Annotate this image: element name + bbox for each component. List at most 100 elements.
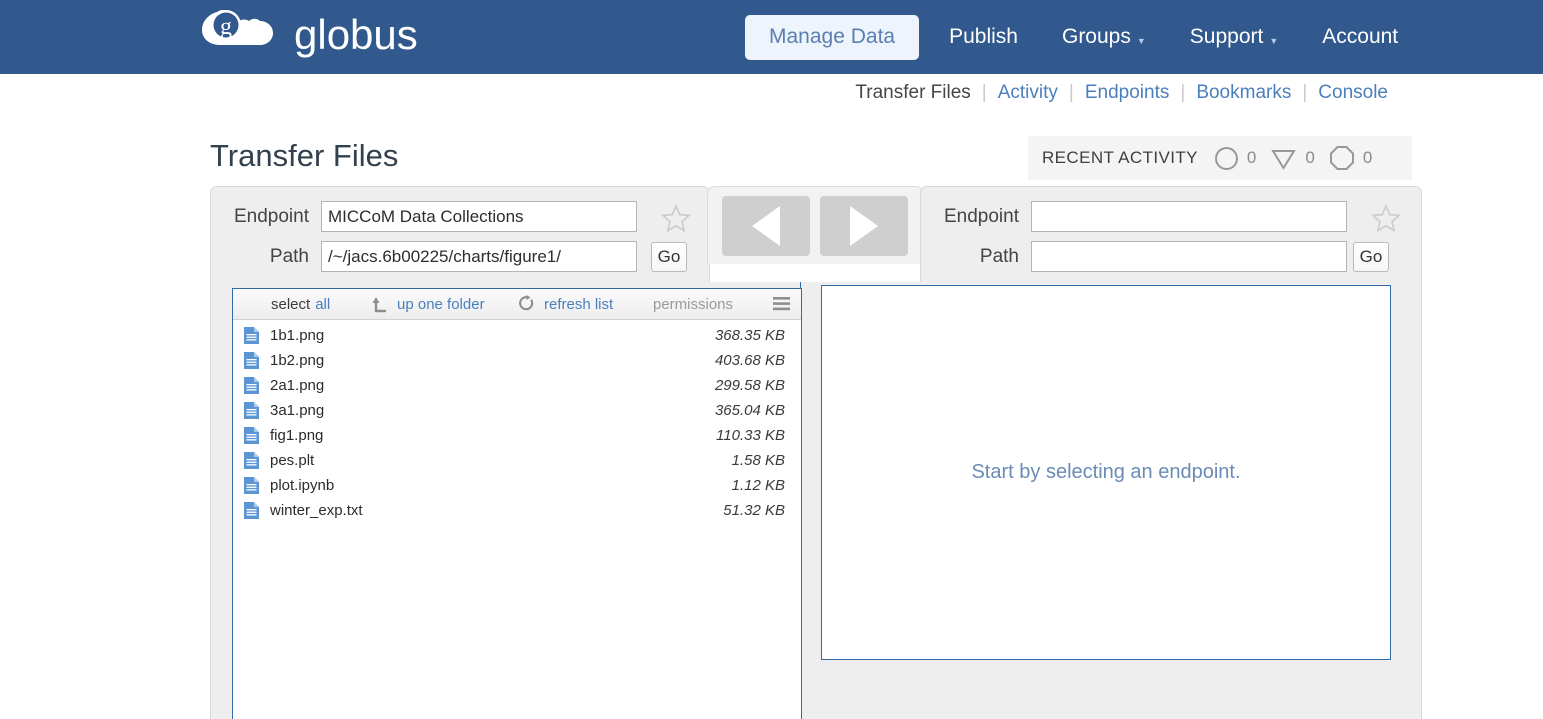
file-name: 2a1.png (270, 377, 325, 394)
chevron-down-icon: ▼ (1136, 36, 1146, 46)
empty-state-message: Start by selecting an endpoint. (971, 461, 1241, 483)
left-endpoint-input[interactable] (321, 201, 637, 232)
nav-item-account-label: Account (1322, 25, 1399, 48)
star-icon (1371, 203, 1401, 233)
right-endpoint-panel: Endpoint Path Go (920, 186, 1422, 282)
file-list-item[interactable]: plot.ipynb 1.12 KB (233, 473, 801, 498)
file-list-item[interactable]: pes.plt 1.58 KB (233, 448, 801, 473)
file-name: 3a1.png (270, 402, 325, 419)
right-bookmark-star-button[interactable] (1369, 203, 1403, 233)
file-icon (243, 376, 260, 395)
file-icon (243, 401, 260, 420)
recent-activity-failed[interactable]: 0 (1329, 145, 1372, 171)
file-list-item[interactable]: fig1.png 110.33 KB (233, 423, 801, 448)
svg-text:g: g (220, 14, 232, 40)
file-size: 1.58 KB (731, 452, 785, 469)
arrow-up-left-icon (371, 296, 388, 313)
file-icon (243, 326, 260, 345)
octagon-icon (1329, 145, 1355, 171)
left-go-button[interactable]: Go (651, 242, 687, 272)
nav-item-publish-label: Publish (949, 25, 1018, 48)
file-list-item[interactable]: 1b1.png 368.35 KB (233, 323, 801, 348)
left-path-input[interactable] (321, 241, 637, 272)
options-menu-button[interactable] (772, 296, 791, 312)
right-endpoint-input[interactable] (1031, 201, 1347, 232)
file-list-item[interactable]: 3a1.png 365.04 KB (233, 398, 801, 423)
refresh-list-label: refresh list (544, 295, 614, 313)
refresh-list-button[interactable]: refresh list (518, 295, 613, 313)
file-name: winter_exp.txt (270, 502, 363, 519)
file-icon (243, 501, 260, 520)
subnav-item-activity[interactable]: Activity (987, 82, 1069, 104)
nav-item-manage-data[interactable]: Manage Data (745, 14, 920, 60)
file-size: 299.58 KB (714, 377, 785, 394)
brand-name: globus (294, 11, 418, 58)
circle-icon (1214, 146, 1239, 171)
permissions-button[interactable]: permissions (653, 296, 733, 313)
chevron-down-icon: ▼ (1269, 36, 1279, 46)
file-icon (243, 476, 260, 495)
file-list-item[interactable]: winter_exp.txt 51.32 KB (233, 498, 801, 523)
left-endpoint-label: Endpoint (233, 205, 309, 227)
subnav-item-console[interactable]: Console (1307, 82, 1399, 104)
file-size: 1.12 KB (731, 477, 785, 494)
transfer-right-button[interactable] (820, 195, 908, 256)
select-label: select (271, 295, 311, 313)
refresh-icon (518, 295, 535, 313)
recent-activity-succeeded[interactable]: 0 (1214, 146, 1256, 171)
select-all-link[interactable]: all (315, 296, 330, 313)
arrow-right-icon (850, 205, 878, 246)
right-go-button[interactable]: Go (1353, 242, 1389, 272)
left-path-label: Path (269, 245, 309, 267)
right-path-input[interactable] (1031, 241, 1347, 272)
nav-item-groups-label: Groups (1061, 25, 1131, 48)
recent-activity-failed-count: 0 (1362, 148, 1373, 167)
select-all-control[interactable]: select all (271, 296, 330, 313)
file-name: plot.ipynb (270, 477, 335, 494)
right-endpoint-label: Endpoint (943, 205, 1019, 227)
right-file-browser-empty: Start by selecting an endpoint. (821, 285, 1391, 660)
subnav-item-endpoints[interactable]: Endpoints (1074, 82, 1181, 104)
globus-logo[interactable]: g globus (196, 4, 418, 66)
file-browser-toolbar: select all up one folder refresh list pe… (233, 289, 801, 320)
right-path-row: Path (923, 241, 1347, 272)
page-title: Transfer Files (210, 138, 399, 173)
file-icon (243, 351, 260, 370)
file-size: 51.32 KB (723, 502, 785, 519)
triangle-down-icon (1270, 146, 1297, 171)
arrow-left-icon (752, 205, 780, 246)
star-icon (661, 203, 691, 233)
globus-cloud-g-icon: g (196, 4, 284, 66)
left-path-row: Path (213, 241, 637, 272)
nav-item-groups[interactable]: Groups ▼ (1040, 0, 1168, 74)
left-endpoint-row: Endpoint (213, 201, 637, 232)
nav-item-account[interactable]: Account (1300, 0, 1420, 74)
file-size: 365.04 KB (714, 402, 785, 419)
recent-activity-bar: RECENT ACTIVITY 0 0 0 (1028, 136, 1412, 180)
subnav-item-transfer-files[interactable]: Transfer Files (844, 82, 981, 104)
primary-nav: Manage Data Publish Groups ▼ Support ▼ A… (737, 0, 1420, 74)
recent-activity-succeeded-count: 0 (1246, 148, 1257, 167)
transfer-left-button[interactable] (722, 195, 810, 256)
recent-activity-warning-count: 0 (1305, 148, 1315, 167)
file-size: 403.68 KB (714, 352, 785, 369)
left-bookmark-star-button[interactable] (659, 203, 693, 233)
nav-item-publish[interactable]: Publish (927, 0, 1040, 74)
recent-activity-warning[interactable]: 0 (1270, 146, 1315, 171)
file-list-item[interactable]: 1b2.png 403.68 KB (233, 348, 801, 373)
file-list: 1b1.png 368.35 KB 1b2.png 403.68 KB 2a1.… (233, 320, 801, 523)
subnav-item-bookmarks[interactable]: Bookmarks (1185, 82, 1302, 104)
permissions-label: permissions (653, 295, 734, 313)
file-name: fig1.png (270, 427, 324, 444)
right-path-label: Path (979, 245, 1019, 267)
transfer-direction-panel (707, 186, 923, 264)
recent-activity-label: RECENT ACTIVITY (1042, 148, 1198, 167)
up-one-folder-button[interactable]: up one folder (371, 296, 485, 313)
file-name: 1b1.png (270, 327, 325, 344)
nav-item-support-label: Support (1189, 25, 1264, 48)
top-navigation-bar: g globus Manage Data Publish Groups ▼ Su… (0, 0, 1543, 74)
secondary-nav: Transfer Files | Activity | Endpoints | … (844, 82, 1399, 104)
hamburger-menu-icon (772, 296, 791, 312)
nav-item-support[interactable]: Support ▼ (1168, 0, 1300, 74)
file-list-item[interactable]: 2a1.png 299.58 KB (233, 373, 801, 398)
